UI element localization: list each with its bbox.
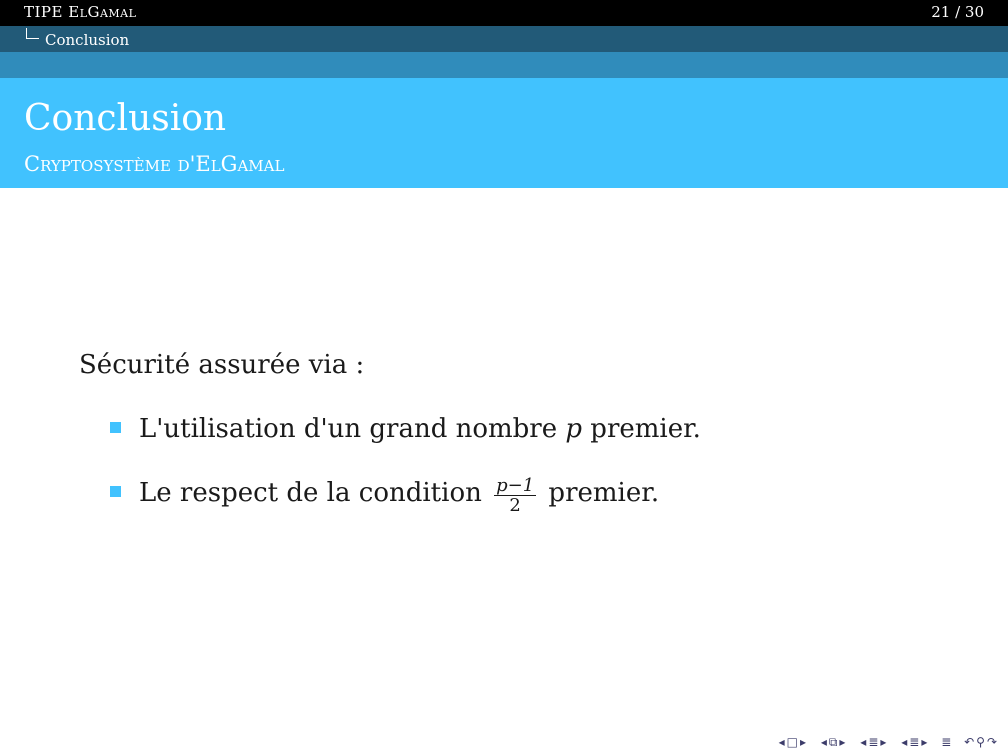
decorative-band bbox=[0, 52, 1008, 78]
section-icon[interactable]: ≣ bbox=[909, 735, 919, 749]
forward-icon[interactable]: ↷ bbox=[987, 735, 997, 749]
math-fraction: p−1 2 bbox=[494, 475, 537, 516]
prev-arrow-icon[interactable]: ◂ bbox=[821, 735, 827, 749]
page-counter: 21 / 30 bbox=[931, 3, 984, 21]
math-variable: p bbox=[565, 414, 583, 444]
beamer-navigation: ◂ □ ▸ ◂ ⧉ ▸ ◂ ≣ ▸ ◂ ≣ ▸ ≣ ↶ ⚲ ↷ bbox=[777, 735, 998, 750]
headline-bar: TIPE ElGamal 21 / 30 bbox=[0, 0, 1008, 26]
prev-arrow-icon[interactable]: ◂ bbox=[901, 735, 907, 749]
fraction-numerator: p−1 bbox=[494, 475, 537, 496]
frame-icon[interactable]: □ bbox=[787, 735, 798, 749]
section-link[interactable]: Conclusion bbox=[26, 28, 129, 49]
tree-corner-icon bbox=[26, 28, 39, 39]
section-bar: Conclusion bbox=[0, 26, 1008, 52]
item-text: Le respect de la condition bbox=[139, 478, 491, 508]
nav-frame-group[interactable]: ◂ □ ▸ bbox=[778, 735, 807, 749]
list-item: L'utilisation d'un grand nombre p premie… bbox=[110, 414, 701, 444]
nav-subsection-group[interactable]: ◂ ⧉ ▸ bbox=[820, 735, 847, 749]
prev-arrow-icon[interactable]: ◂ bbox=[860, 735, 866, 749]
list-item: Le respect de la condition p−1 2 premier. bbox=[110, 476, 659, 515]
search-icon[interactable]: ⚲ bbox=[976, 735, 985, 749]
slide-content: Sécurité assurée via : L'utilisation d'u… bbox=[79, 350, 701, 515]
item-text-end: premier. bbox=[582, 414, 701, 444]
frame-subtitle: Cryptosystème d'ElGamal bbox=[24, 152, 285, 176]
next-arrow-icon[interactable]: ▸ bbox=[800, 735, 806, 749]
subsection-icon[interactable]: ⧉ bbox=[829, 735, 838, 749]
fraction-denominator: 2 bbox=[509, 495, 521, 516]
item-text-end: premier. bbox=[540, 478, 660, 508]
next-arrow-icon[interactable]: ▸ bbox=[880, 735, 886, 749]
bullet-square-icon bbox=[110, 422, 121, 433]
prev-arrow-icon[interactable]: ◂ bbox=[779, 735, 785, 749]
frame-title: Conclusion bbox=[24, 98, 227, 139]
nav-section-group[interactable]: ◂ ≣ ▸ bbox=[859, 735, 887, 749]
lead-text: Sécurité assurée via : bbox=[79, 350, 365, 380]
next-arrow-icon[interactable]: ▸ bbox=[921, 735, 927, 749]
align-icon[interactable]: ≣ bbox=[941, 735, 951, 749]
section-label: Conclusion bbox=[45, 31, 130, 49]
back-icon[interactable]: ↶ bbox=[964, 735, 974, 749]
presentation-title: TIPE ElGamal bbox=[24, 3, 137, 21]
bullet-square-icon bbox=[110, 486, 121, 497]
nav-part-group[interactable]: ◂ ≣ ▸ bbox=[900, 735, 928, 749]
section-icon[interactable]: ≣ bbox=[868, 735, 878, 749]
frame-title-block: Conclusion Cryptosystème d'ElGamal bbox=[0, 78, 1008, 188]
next-arrow-icon[interactable]: ▸ bbox=[839, 735, 845, 749]
item-text: L'utilisation d'un grand nombre bbox=[139, 414, 566, 444]
